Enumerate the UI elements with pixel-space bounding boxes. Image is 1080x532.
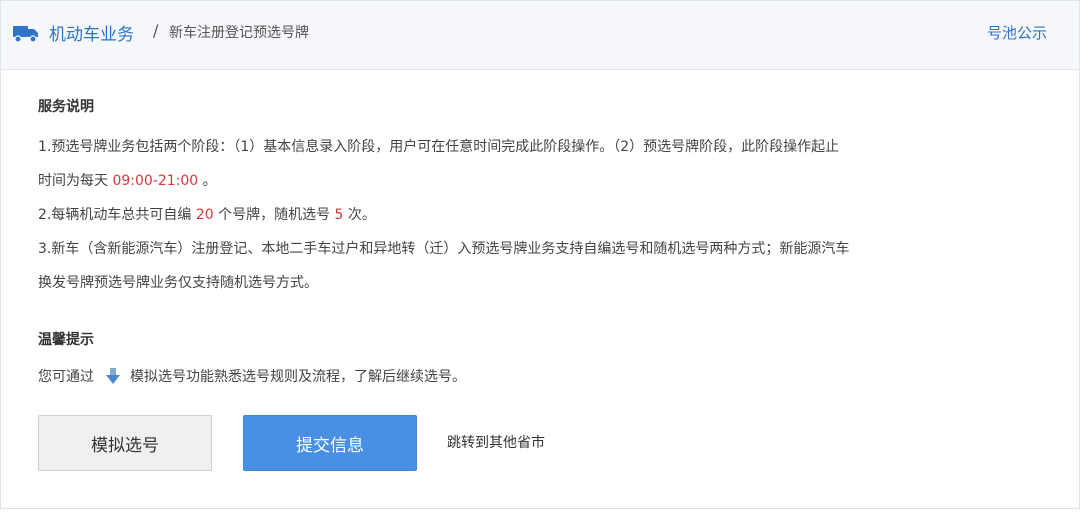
service-item-3-line-2: 换发号牌预选号牌业务仅支持随机选号方式。 xyxy=(38,275,318,291)
service-item-2: 2.每辆机动车总共可自编 20 个号牌，随机选号 5 次。 xyxy=(38,200,1048,230)
self-pick-count: 20 xyxy=(195,207,214,223)
number-pool-link[interactable]: 号池公示 xyxy=(987,22,1047,43)
warm-tips-title: 温馨提示 xyxy=(38,332,94,348)
service-item-2-end: 次。 xyxy=(343,207,376,223)
simulate-selection-button[interactable]: 模拟选号 xyxy=(38,415,212,471)
service-item-2-mid: 个号牌，随机选号 xyxy=(213,207,335,223)
jump-other-province-link[interactable]: 跳转到其他省市 xyxy=(447,432,545,452)
service-item-3-line-1: 3.新车（含新能源汽车）注册登记、本地二手车过户和异地转（迁）入预选号牌业务支持… xyxy=(38,241,850,257)
breadcrumb-separator: / xyxy=(153,21,159,40)
download-arrow-icon xyxy=(106,368,120,384)
breadcrumb-vehicle-business[interactable]: 机动车业务 xyxy=(49,20,134,45)
tip-text-pre: 您可通过 xyxy=(38,369,94,385)
header-bar: 机动车业务 / 新车注册登记预选号牌 号池公示 xyxy=(1,1,1079,70)
main-panel: 机动车业务 / 新车注册登记预选号牌 号池公示 服务说明 1.预选号牌业务包括两… xyxy=(0,0,1080,509)
service-item-1-text: 时间为每天 xyxy=(38,173,113,189)
operating-hours: 09:00-21:00 xyxy=(112,173,199,189)
service-item-1-line-1: 1.预选号牌业务包括两个阶段：（1）基本信息录入阶段，用户可在任意时间完成此阶段… xyxy=(38,139,840,155)
service-description-title: 服务说明 xyxy=(38,99,94,115)
tip-line: 您可通过 模拟选号功能熟悉选号规则及流程，了解后继续选号。 xyxy=(38,366,466,386)
page-title: 新车注册登记预选号牌 xyxy=(169,25,309,41)
service-item-1-end: 。 xyxy=(198,173,217,189)
truck-icon xyxy=(13,26,38,43)
tip-text-post: 模拟选号功能熟悉选号规则及流程，了解后继续选号。 xyxy=(130,369,466,385)
submit-info-button[interactable]: 提交信息 xyxy=(243,415,417,471)
service-item-1-line-2: 时间为每天 09:00-21:00 。 xyxy=(38,166,1048,196)
service-item-2-text: 2.每辆机动车总共可自编 xyxy=(38,207,196,223)
